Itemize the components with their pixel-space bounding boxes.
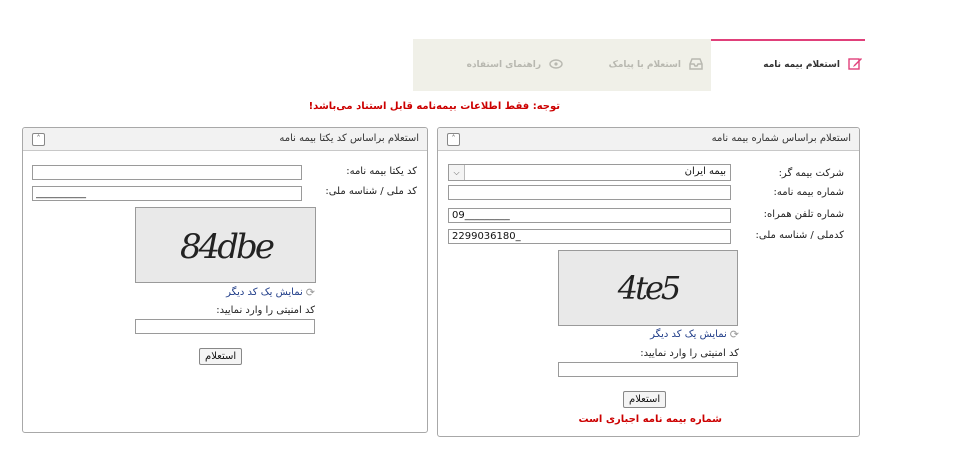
national-id-input[interactable] [448,229,731,244]
tab-strip: استعلام با پیامک راهنمای استفاده [413,39,711,91]
eye-icon [549,58,563,72]
security-code-label: کد امنیتی را وارد نمایید: [216,305,315,316]
panel-title: استعلام براساس کد یکتا بیمه نامه [279,133,419,144]
security-code-input[interactable] [135,319,315,334]
security-code-input[interactable] [558,362,738,377]
phone-input[interactable] [448,208,731,223]
edit-icon [848,56,863,74]
refresh-icon: ⟳ [729,328,739,341]
policy-number-input[interactable] [448,185,731,200]
tab-sms-inquiry[interactable]: استعلام با پیامک [553,39,703,91]
submit-button[interactable]: استعلام [623,391,667,408]
chevron-down-icon: ⌵ [449,165,465,180]
captcha-text: 84dbe [180,227,274,267]
insurer-selected-value: بیمه ایران [684,166,726,177]
notice-text: توجه: فقط اطلاعات بیمه‌نامه قابل استناد … [308,101,560,112]
inbox-icon [689,57,703,73]
refresh-captcha-link[interactable]: ⟳ نمایش یک کد دیگر [650,328,739,341]
insurer-label: شرکت بیمه گر: [778,168,844,179]
collapse-icon[interactable]: ˄ [32,133,45,146]
phone-label: شماره تلفن همراه: [763,209,844,220]
policy-number-panel: استعلام براساس شماره بیمه نامه ˄ شرکت بی… [437,127,860,437]
unique-code-input[interactable] [32,165,302,180]
refresh-captcha-link[interactable]: ⟳ نمایش یک کد دیگر [226,286,315,299]
tab-guide[interactable]: راهنمای استفاده [413,39,563,91]
panel-header: استعلام براساس کد یکتا بیمه نامه ˄ [23,128,427,151]
captcha-image: 4te5 [558,250,738,326]
refresh-label: نمایش یک کد دیگر [226,287,303,298]
insurer-select[interactable]: ⌵ بیمه ایران [448,164,731,181]
required-note: شماره بیمه نامه اجباری است [578,414,723,425]
tab-sms-label: استعلام با پیامک [608,60,681,70]
tab-policy-inquiry[interactable]: استعلام بیمه نامه [711,39,865,91]
tab-policy-label: استعلام بیمه نامه [763,60,840,70]
captcha-text: 4te5 [617,269,680,307]
tab-guide-label: راهنمای استفاده [466,60,541,70]
unique-code-panel: استعلام براساس کد یکتا بیمه نامه ˄ کد یک… [22,127,428,433]
collapse-icon[interactable]: ˄ [447,133,460,146]
panel-header: استعلام براساس شماره بیمه نامه ˄ [438,128,859,151]
captcha-image: 84dbe [135,207,316,283]
national-id-label: کد ملی / شناسه ملی: [325,186,417,197]
refresh-label: نمایش یک کد دیگر [650,329,727,340]
refresh-icon: ⟳ [305,286,315,299]
national-id-label: کدملی / شناسه ملی: [755,230,844,241]
unique-code-label: کد یکتا بیمه نامه: [346,166,417,177]
security-code-label: کد امنیتی را وارد نمایید: [640,348,739,359]
submit-button[interactable]: استعلام [199,348,243,365]
policy-number-label: شماره بیمه نامه: [773,187,845,198]
national-id-input[interactable] [32,186,302,201]
panel-title: استعلام براساس شماره بیمه نامه [711,133,851,144]
